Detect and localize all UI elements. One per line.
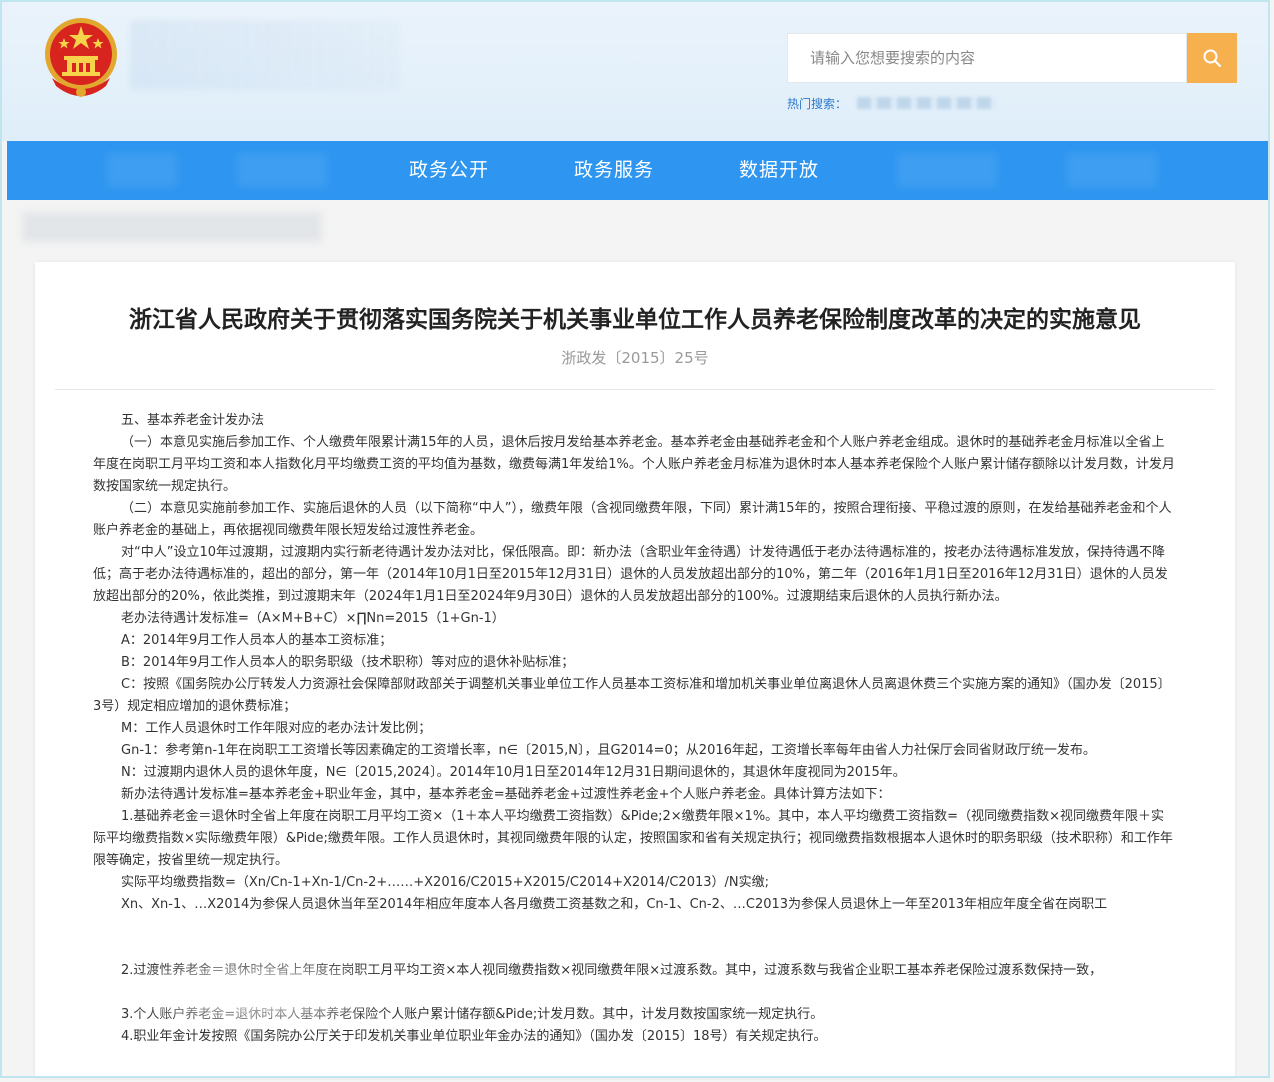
site-header: 热门搜索：: [2, 2, 1270, 141]
document-number: 浙政发〔2015〕25号: [561, 349, 709, 367]
nav-ghost-item: [107, 153, 177, 187]
nav-ghost-item: [237, 153, 327, 187]
nav-ghost-item: [897, 153, 997, 187]
search-icon: [1203, 49, 1222, 68]
article-paragraph: 老办法待遇计发标准=（A×M+B+C）×∏Nn=2015（1+Gn-1）: [121, 611, 505, 626]
article-paragraph: 1.基础养老金＝退休时全省上年度在岗职工月平均工资×（1＋本人平均缴费工资指数）…: [93, 809, 1173, 868]
hot-search-label: 热门搜索：: [787, 97, 848, 111]
nav-ghost-item: [1067, 153, 1157, 187]
nav-item-government-services[interactable]: 政务服务: [574, 141, 654, 200]
search-button[interactable]: [1187, 33, 1237, 83]
nav-item-government-affairs[interactable]: 政务公开: [409, 141, 489, 200]
nav-item-open-data[interactable]: 数据开放: [739, 141, 819, 200]
article-paragraph: （一）本意见实施后参加工作、个人缴费年限累计满15年的人员，退休后按月发给基本养…: [93, 435, 1175, 494]
article-paragraph: 五、基本养老金计发办法: [121, 413, 265, 428]
article-title: 浙江省人民政府关于贯彻落实国务院关于机关事业单位工作人员养老保险制度改革的决定的…: [129, 307, 1141, 333]
article-paragraph: M：工作人员退休时工作年限对应的老办法计发比例；: [121, 721, 432, 736]
breadcrumb[interactable]: [22, 212, 322, 242]
article-paragraph: 对“中人”设立10年过渡期，过渡期内实行新老待遇计发办法对比，保低限高。即：新办…: [93, 545, 1168, 604]
article-paragraph: C：按照《国务院办公厅转发人力资源社会保障部财政部关于调整机关事业单位工作人员基…: [93, 677, 1171, 714]
national-emblem-logo[interactable]: [42, 16, 120, 102]
article-body: 五、基本养老金计发办法 （一）本意见实施后参加工作、个人缴费年限累计满15年的人…: [93, 410, 1175, 1048]
article-paragraph: （二）本意见实施前参加工作、实施后退休的人员（以下简称“中人”），缴费年限（含视…: [93, 501, 1172, 538]
article-paragraph: A：2014年9月工作人员本人的基本工资标准；: [121, 633, 393, 648]
search-input[interactable]: [808, 48, 1172, 68]
article-paragraph: 实际平均缴费指数=（Xn/Cn-1+Xn-1/Cn-2+……+X2016/C20…: [121, 875, 770, 890]
article-paragraph: Xn、Xn-1、…X2014为参保人员退休当年至2014年相应年度本人各月缴费工…: [121, 897, 1108, 912]
article-paragraph: N：过渡期内退休人员的退休年度，N∈〔2015,2024〕。2014年10月1日…: [121, 765, 906, 780]
article-paragraph: Gn-1：参考第n-1年在岗职工工资增长等因素确定的工资增长率，n∈〔2015,…: [121, 743, 1096, 758]
divider: [55, 389, 1215, 390]
main-nav: 政务公开 政务服务 数据开放: [7, 141, 1269, 200]
hot-search-links[interactable]: [857, 97, 997, 109]
site-name-banner: [130, 20, 400, 90]
search-box: [787, 33, 1187, 83]
image-smudge: [120, 955, 400, 1030]
content-gap: [93, 916, 1175, 960]
article-paragraph: 新办法待遇计发标准=基本养老金+职业年金，其中，基本养老金=基础养老金+过渡性养…: [121, 787, 891, 802]
article-paragraph: B：2014年9月工作人员本人的职务职级（技术职称）等对应的退休补贴标准；: [121, 655, 575, 670]
